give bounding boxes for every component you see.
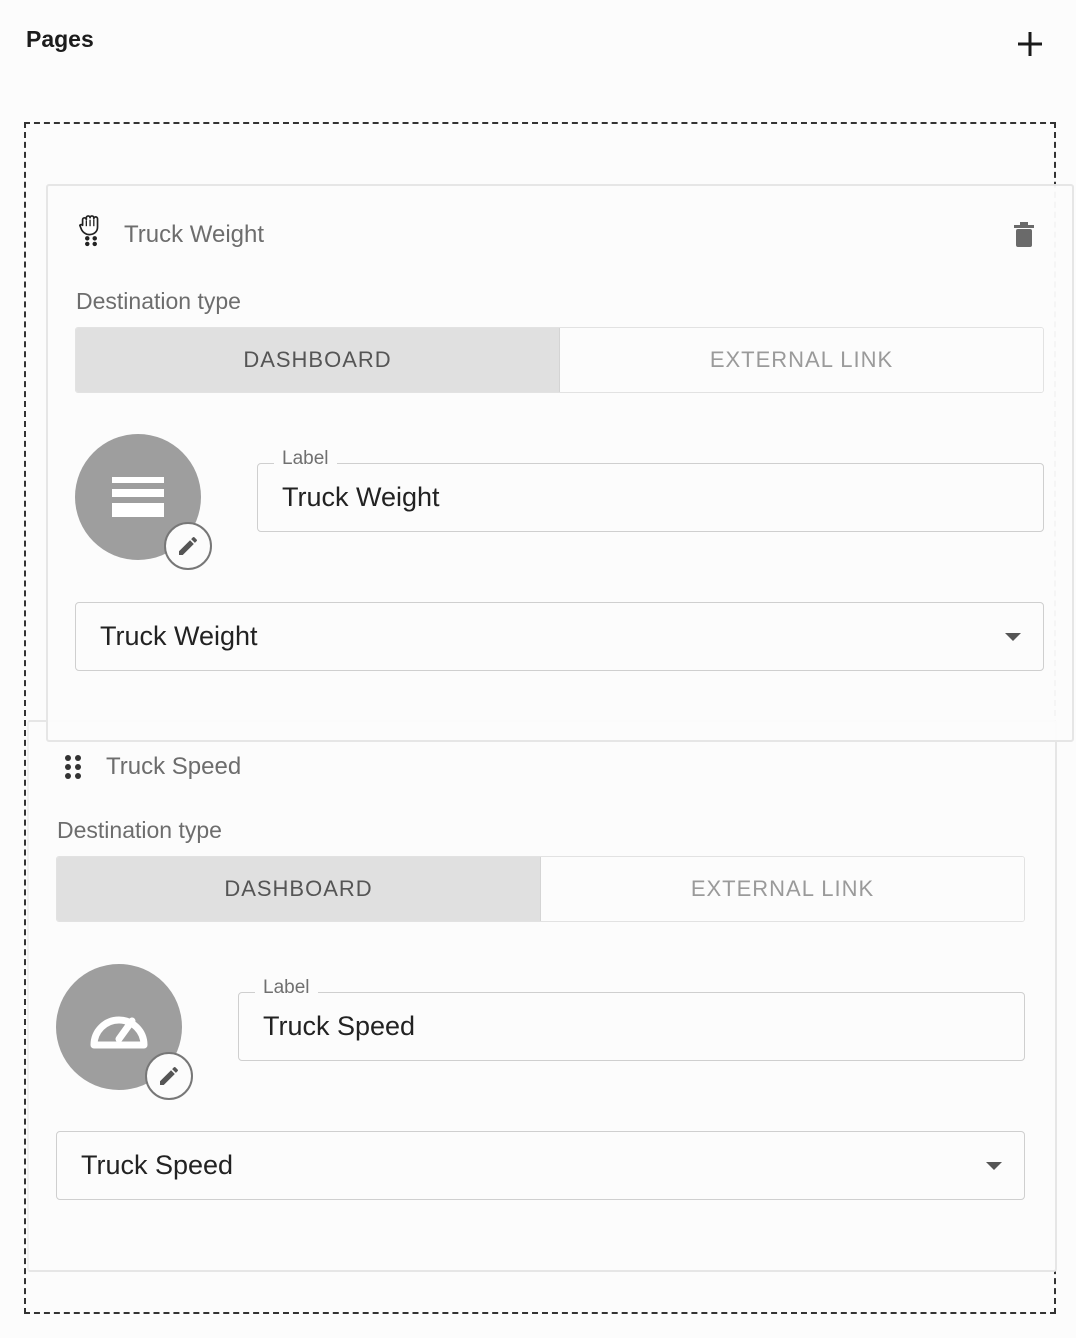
view-agenda-icon bbox=[112, 477, 164, 517]
label-field[interactable]: Label Truck Weight bbox=[257, 448, 1044, 532]
dashboard-select-value: Truck Weight bbox=[100, 621, 258, 651]
dashboard-select[interactable]: Truck Speed bbox=[56, 1131, 1025, 1200]
speedometer-icon bbox=[90, 1016, 148, 1049]
dropdown-arrow-icon bbox=[986, 1162, 1002, 1170]
destination-type-toggle: DASHBOARD EXTERNAL LINK bbox=[75, 327, 1044, 393]
label-field[interactable]: Label Truck Speed bbox=[238, 977, 1025, 1061]
toggle-external-link[interactable]: EXTERNAL LINK bbox=[541, 857, 1024, 921]
toggle-external-link[interactable]: EXTERNAL LINK bbox=[560, 328, 1043, 392]
page-card-title: Truck Speed bbox=[106, 753, 242, 780]
dashboard-select-value: Truck Speed bbox=[81, 1150, 234, 1180]
dropdown-arrow-icon bbox=[1005, 633, 1021, 641]
edit-icon-button[interactable] bbox=[164, 522, 212, 570]
toggle-dashboard[interactable]: DASHBOARD bbox=[76, 328, 560, 392]
label-field-value: Truck Speed bbox=[263, 1011, 416, 1041]
page-title: Pages bbox=[26, 26, 94, 52]
grab-hand-icon bbox=[78, 215, 99, 247]
delete-page-button[interactable] bbox=[1010, 218, 1038, 252]
destination-type-label: Destination type bbox=[76, 288, 241, 314]
dashboard-select[interactable]: Truck Weight bbox=[75, 602, 1044, 671]
page-card-title: Truck Weight bbox=[124, 221, 265, 248]
trash-icon bbox=[1014, 222, 1034, 247]
label-field-caption: Label bbox=[255, 977, 318, 999]
drag-handle[interactable] bbox=[59, 750, 87, 784]
pencil-icon bbox=[160, 1066, 179, 1085]
label-field-value: Truck Weight bbox=[282, 482, 440, 512]
drag-dots-icon bbox=[65, 755, 81, 779]
add-page-button[interactable] bbox=[1010, 24, 1050, 64]
pencil-icon bbox=[179, 536, 198, 555]
destination-type-label: Destination type bbox=[57, 817, 222, 843]
label-field-caption: Label bbox=[274, 448, 337, 470]
drag-handle[interactable] bbox=[77, 212, 105, 247]
edit-icon-button[interactable] bbox=[145, 1052, 193, 1100]
toggle-dashboard[interactable]: DASHBOARD bbox=[57, 857, 541, 921]
destination-type-toggle: DASHBOARD EXTERNAL LINK bbox=[56, 856, 1025, 922]
plus-icon bbox=[1018, 32, 1042, 56]
